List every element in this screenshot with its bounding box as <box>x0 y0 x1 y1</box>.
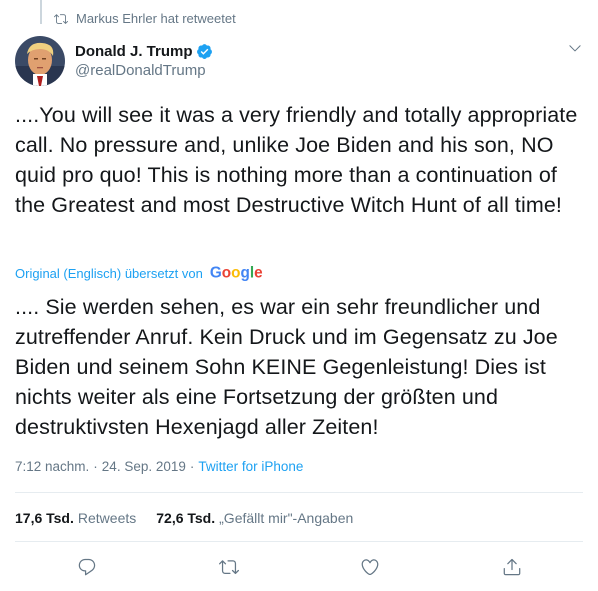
retweets-label: Retweets <box>77 510 137 526</box>
meta-separator: · <box>93 459 98 474</box>
tweet-text: ....You will see it was a very friendly … <box>15 103 578 217</box>
author-handle[interactable]: @realDonaldTrump <box>75 62 213 79</box>
like-button[interactable] <box>356 553 384 581</box>
translated-text: .... Sie werden sehen, es war ein sehr f… <box>15 295 558 439</box>
verified-badge-icon <box>196 44 212 59</box>
retweet-icon <box>219 560 239 575</box>
svg-text:Google: Google <box>210 265 263 282</box>
likes-count: 72,6 Tsd. <box>156 510 216 526</box>
tweet-date[interactable]: 24. Sep. 2019 <box>102 459 186 474</box>
tweet-actions <box>0 553 598 581</box>
retweets-stat[interactable]: 17,6 Tsd. Retweets <box>15 510 136 526</box>
retweet-context-label: Markus Ehrler hat retweetet <box>76 11 236 26</box>
thread-connector <box>40 0 42 24</box>
tweet-time[interactable]: 7:12 nachm. <box>15 459 89 474</box>
retweet-button[interactable] <box>215 553 243 581</box>
like-icon <box>361 559 379 576</box>
divider <box>15 492 583 493</box>
likes-stat[interactable]: 72,6 Tsd. „Gefällt mir"-Angaben <box>156 510 353 526</box>
likes-label: „Gefällt mir"-Angaben <box>219 510 354 526</box>
translation-label: Original (Englisch) übersetzt von <box>15 265 203 281</box>
avatar[interactable] <box>15 36 65 86</box>
chevron-down-icon[interactable] <box>567 40 583 56</box>
tweet-header: Donald J. Trump @realDonaldTrump <box>15 36 583 86</box>
tweet-meta: 7:12 nachm. · 24. Sep. 2019 · Twitter fo… <box>15 459 303 474</box>
tweet-source-link[interactable]: Twitter for iPhone <box>198 459 303 474</box>
google-logo: Google <box>210 265 263 282</box>
translation-attribution[interactable]: Original (Englisch) übersetzt von Google <box>15 264 265 282</box>
share-icon <box>503 558 521 576</box>
meta-separator: · <box>189 459 195 474</box>
retweets-count: 17,6 Tsd. <box>15 510 74 526</box>
divider <box>15 541 583 542</box>
reply-icon <box>78 558 96 576</box>
tweet-stats: 17,6 Tsd. Retweets 72,6 Tsd. „Gefällt mi… <box>15 510 373 526</box>
retweet-icon <box>54 13 68 24</box>
retweet-context[interactable]: Markus Ehrler hat retweetet <box>54 11 236 26</box>
reply-button[interactable] <box>73 553 101 581</box>
share-button[interactable] <box>498 553 526 581</box>
author-display-name[interactable]: Donald J. Trump <box>75 43 193 60</box>
author-names: Donald J. Trump @realDonaldTrump <box>75 43 213 79</box>
